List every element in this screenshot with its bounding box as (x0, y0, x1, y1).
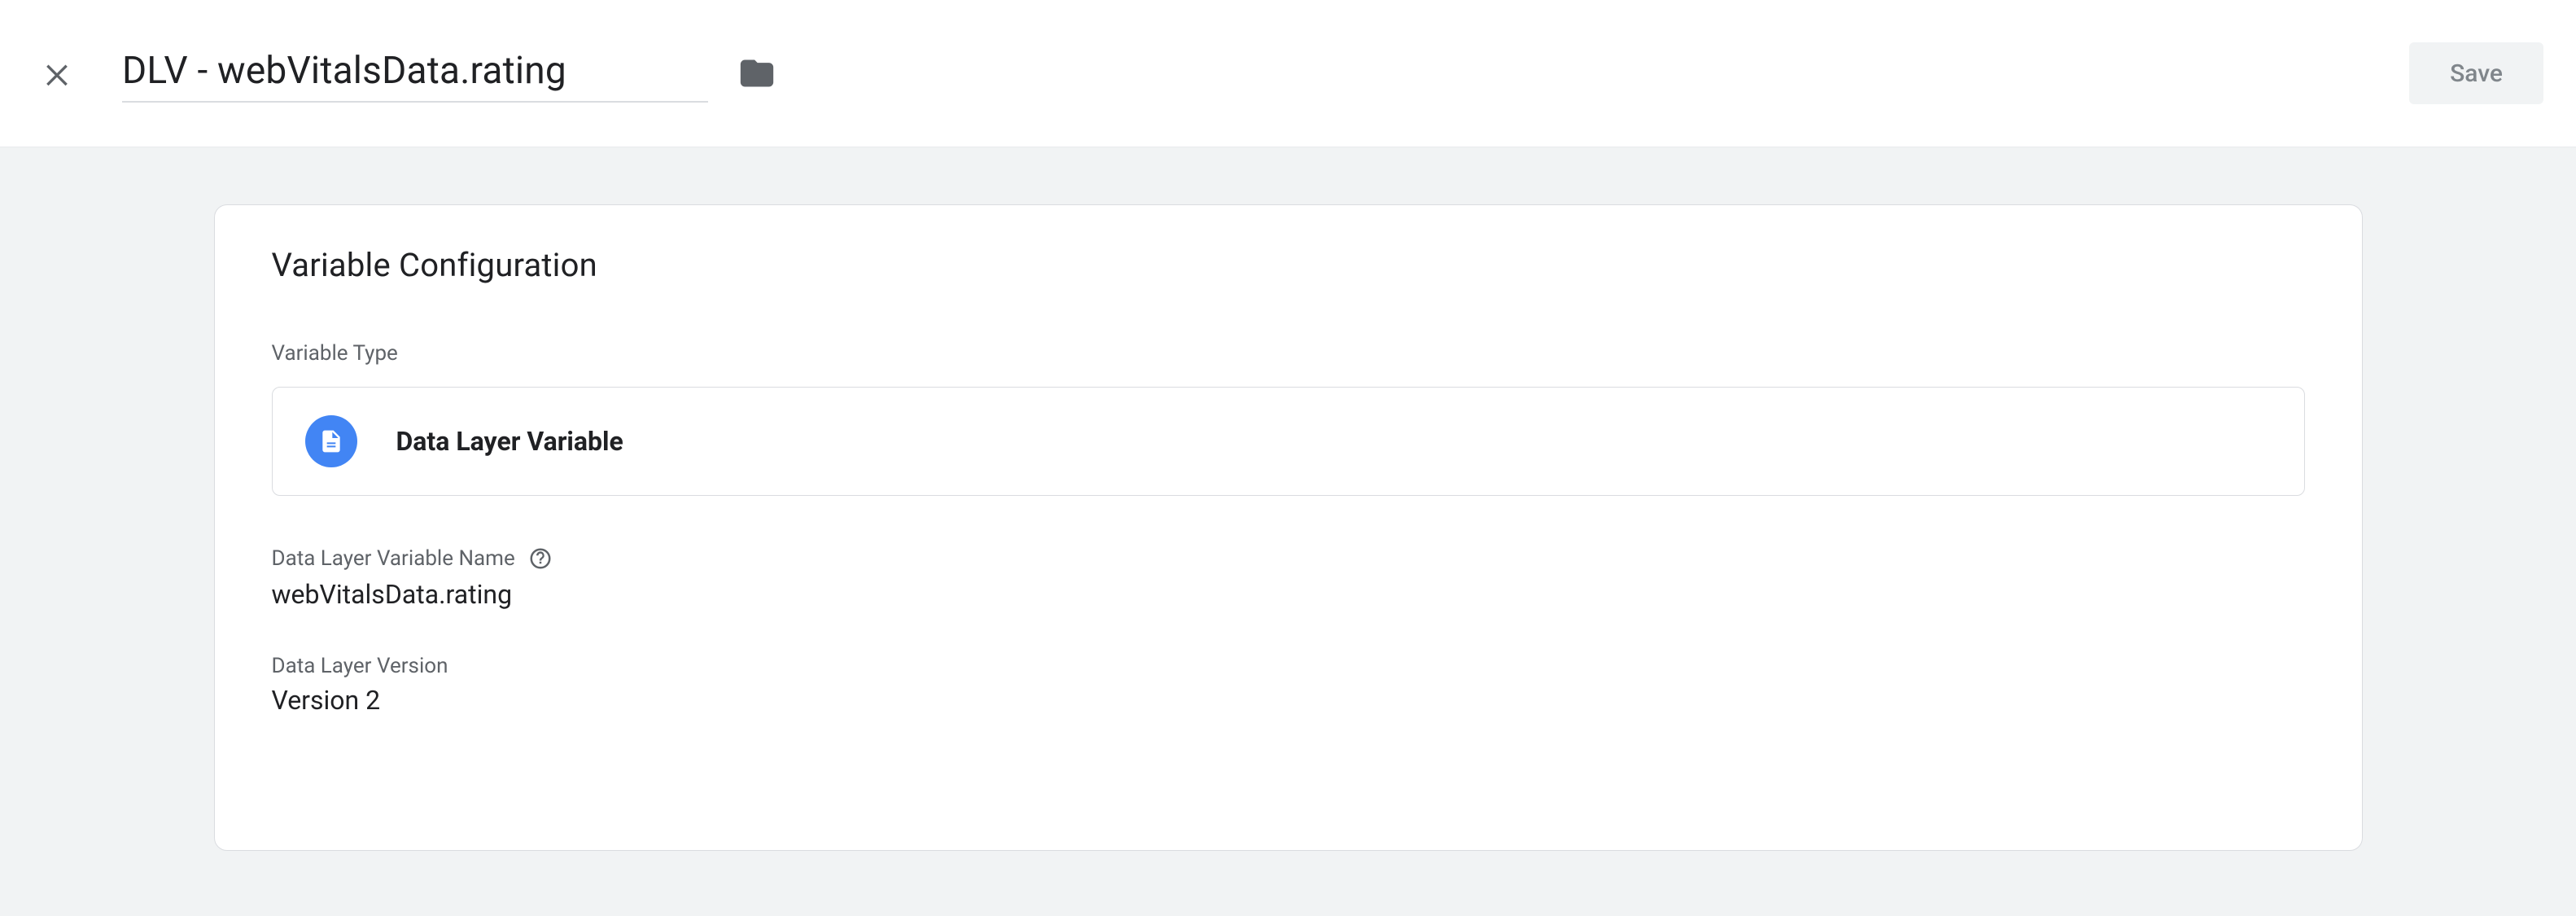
dlv-version-label: Data Layer Version (272, 654, 2305, 678)
variable-name-input[interactable] (122, 44, 708, 103)
variable-type-label: Variable Type (272, 341, 2305, 366)
folder-button[interactable] (733, 49, 781, 98)
dlv-name-label: Data Layer Variable Name (272, 545, 2305, 572)
title-area (122, 44, 1595, 103)
dlv-version-value: Version 2 (272, 685, 2305, 716)
variable-config-card: Variable Configuration Variable Type Dat… (214, 204, 2363, 851)
dlv-name-value: webVitalsData.rating (272, 579, 2305, 610)
editor-header: Save (0, 0, 2576, 147)
variable-type-value: Data Layer Variable (396, 426, 623, 457)
data-layer-variable-icon (305, 415, 357, 467)
close-button[interactable] (24, 41, 90, 106)
variable-type-selector[interactable]: Data Layer Variable (272, 387, 2305, 496)
workspace: Variable Configuration Variable Type Dat… (0, 147, 2576, 916)
save-button[interactable]: Save (2409, 42, 2543, 104)
close-icon (41, 57, 73, 90)
card-title: Variable Configuration (272, 246, 2305, 284)
folder-icon (739, 55, 775, 91)
help-icon (528, 546, 553, 571)
dlv-name-help-button[interactable] (527, 545, 554, 572)
